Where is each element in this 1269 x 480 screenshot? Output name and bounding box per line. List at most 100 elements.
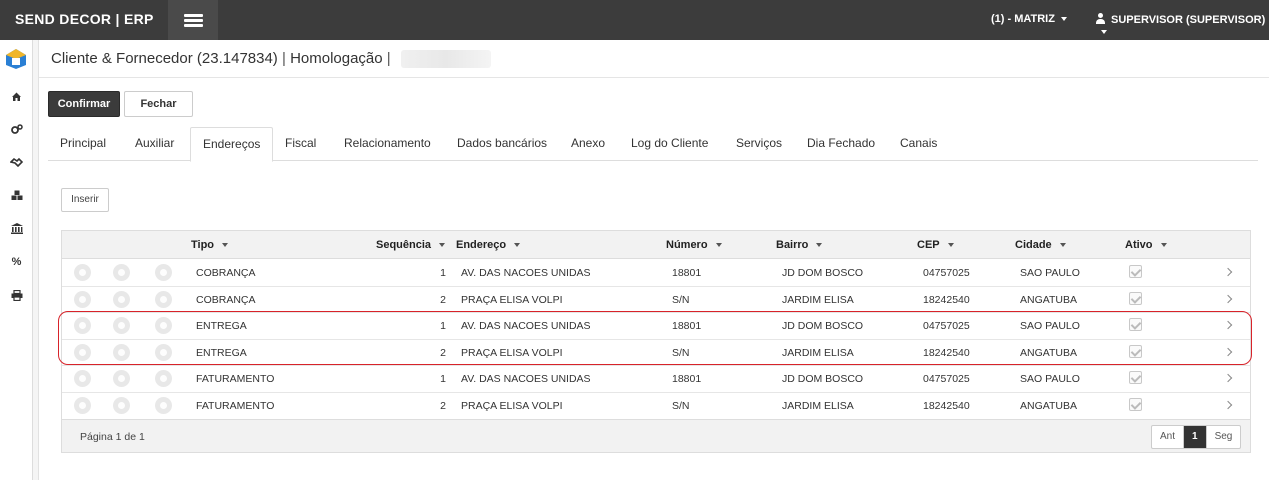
active-checkbox [1129,291,1142,305]
close-button[interactable]: Fechar [124,91,193,117]
col-header-bairro[interactable]: Bairro [776,239,823,251]
edit-icon[interactable] [113,317,130,335]
tab-servicos[interactable]: Serviços [736,127,782,161]
chevron-right-icon[interactable] [1224,399,1234,411]
search-icon[interactable] [74,343,91,361]
tab-auxiliar[interactable]: Auxiliar [135,127,174,161]
cell-tipo: ENTREGA [196,346,247,359]
search-icon[interactable] [74,370,91,388]
page-button-current[interactable]: 1 [1184,426,1207,448]
cell-tipo: COBRANÇA [196,293,256,306]
delete-icon[interactable] [155,343,172,361]
col-header-ativo[interactable]: Ativo [1125,239,1167,251]
search-icon[interactable] [74,397,91,414]
user-label: SUPERVISOR (SUPERVISOR) [1111,14,1266,26]
cubes-icon[interactable] [10,190,23,203]
search-icon[interactable] [74,290,91,308]
tab-fiscal[interactable]: Fiscal [285,127,316,161]
table-row[interactable]: FATURAMENTO 1 AV. DAS NACOES UNIDAS 18801 JD… [62,366,1250,393]
prev-page-button[interactable]: Ant [1152,426,1185,448]
redacted-area [400,50,491,69]
insert-button[interactable]: Inserir [61,188,109,212]
app-logo-icon[interactable] [5,48,27,70]
confirm-button[interactable]: Confirmar [48,91,120,117]
edit-icon[interactable] [113,264,130,281]
active-checkbox [1129,398,1142,411]
cell-numero: 18801 [672,373,702,386]
next-page-button[interactable]: Seg [1207,426,1241,448]
col-header-cep[interactable]: CEP [917,239,954,251]
col-header-numero[interactable]: Número [666,239,722,251]
home-icon[interactable] [10,91,23,104]
cell-sequencia: 2 [440,400,446,412]
tab-principal[interactable]: Principal [60,127,106,161]
cell-endereco: PRAÇA ELISA VOLPI [461,346,563,359]
table-row[interactable]: ENTREGA 2 PRAÇA ELISA VOLPI S/N JARDIM ELISA… [62,340,1250,367]
delete-icon[interactable] [155,317,172,335]
table-row[interactable]: ENTREGA 1 AV. DAS NACOES UNIDAS 18801 JD DOM… [62,313,1250,340]
col-header-tipo[interactable]: Tipo [191,239,229,251]
chevron-down-icon [1059,243,1066,248]
cell-numero: S/N [672,346,690,359]
cell-cidade: SAO PAULO [1020,373,1080,386]
edit-icon[interactable] [113,397,130,414]
active-checkbox [1129,371,1142,385]
col-header-sequencia[interactable]: Sequência [376,239,446,251]
delete-icon[interactable] [155,397,172,414]
cell-endereco: AV. DAS NACOES UNIDAS [461,373,591,386]
tab-dados-bancarios[interactable]: Dados bancários [457,127,547,161]
cell-cep: 04757025 [923,267,970,279]
col-header-cidade[interactable]: Cidade [1015,239,1066,251]
chevron-down-icon [1060,17,1067,22]
edit-icon[interactable] [113,370,130,388]
table-row[interactable]: FATURAMENTO 2 PRAÇA ELISA VOLPI S/N JARDIM E… [62,393,1250,420]
tab-enderecos[interactable]: Endereços [190,127,274,162]
delete-icon[interactable] [155,370,172,388]
edit-icon[interactable] [113,343,130,361]
chevron-down-icon [1160,243,1167,248]
menu-toggle-button[interactable] [168,0,218,40]
delete-icon[interactable] [155,290,172,308]
delete-icon[interactable] [155,264,172,281]
chevron-right-icon[interactable] [1224,293,1234,305]
cell-bairro: JARDIM ELISA [782,400,854,412]
active-checkbox [1129,318,1142,332]
title-separator: | [386,50,391,67]
edit-icon[interactable] [113,290,130,308]
chevron-right-icon[interactable] [1224,266,1234,278]
chevron-right-icon[interactable] [1224,319,1234,331]
col-header-label: Ativo [1125,239,1153,251]
col-header-label: Endereço [456,239,507,251]
sidebar: % [0,40,33,480]
cell-cidade: ANGATUBA [1020,400,1077,412]
tab-canais[interactable]: Canais [900,127,937,161]
search-icon[interactable] [74,264,91,281]
tab-anexo[interactable]: Anexo [571,127,605,161]
cell-sequencia: 1 [440,267,446,279]
page-title: Cliente & Fornecedor (23.147834) | Homol… [51,50,491,69]
col-header-label: Cidade [1015,239,1052,251]
table-row[interactable]: COBRANÇA 2 PRAÇA ELISA VOLPI S/N JARDIM ELIS… [62,287,1250,314]
search-icon[interactable] [74,317,91,335]
chevron-down-icon [1101,30,1107,35]
bank-icon[interactable] [10,223,23,236]
cogs-icon[interactable] [10,124,23,137]
user-menu[interactable]: SUPERVISOR (SUPERVISOR) [1095,13,1269,38]
main-panel: Cliente & Fornecedor (23.147834) | Homol… [38,40,1269,480]
cell-cep: 18242540 [923,346,970,359]
tab-log-do-cliente[interactable]: Log do Cliente [631,127,708,161]
cell-numero: S/N [672,400,690,412]
chevron-down-icon [222,243,229,248]
app-brand[interactable]: SEND DECOR | ERP [15,11,154,27]
col-header-endereco[interactable]: Endereço [456,239,521,251]
branch-selector[interactable]: (1) - MATRIZ [991,13,1067,25]
percent-icon[interactable]: % [10,256,23,269]
chevron-right-icon[interactable] [1224,346,1234,358]
tab-relacionamento[interactable]: Relacionamento [344,127,431,161]
print-icon[interactable] [10,289,23,303]
chevron-right-icon[interactable] [1224,372,1234,384]
tab-dia-fechado[interactable]: Dia Fechado [807,127,875,161]
handshake-icon[interactable] [9,157,24,170]
table-row[interactable]: COBRANÇA 1 AV. DAS NACOES UNIDAS 18801 JD DO… [62,260,1250,287]
cell-cep: 04757025 [923,373,970,386]
